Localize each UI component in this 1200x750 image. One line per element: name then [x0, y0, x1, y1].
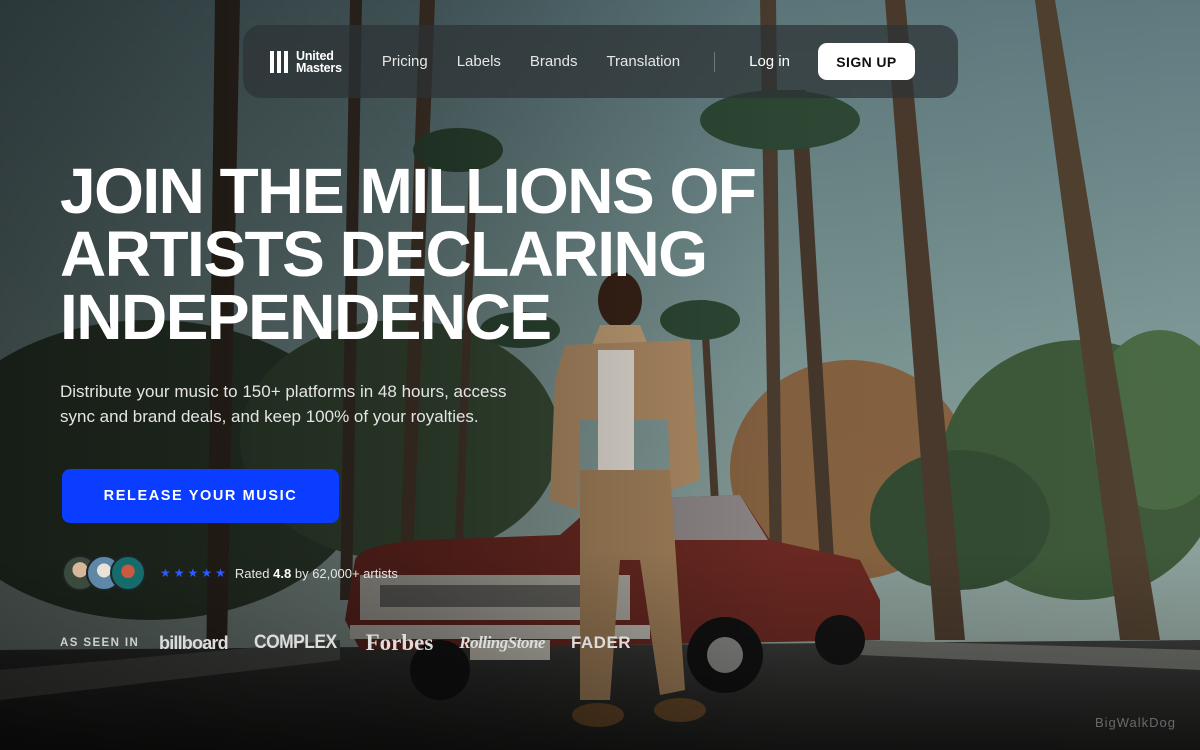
logo-bars-icon [270, 50, 288, 73]
avatar [110, 555, 146, 591]
star-icon: ★ [201, 566, 213, 580]
artist-avatars [62, 555, 146, 591]
star-icon: ★ [160, 566, 171, 580]
press-logo-forbes: Forbes [365, 630, 434, 655]
as-seen-in: AS SEEN IN billboard COMPLEX Forbes Roll… [60, 630, 657, 656]
headline-line-2: ARTISTS DECLARING [60, 218, 708, 290]
headline-line-1: JOIN THE MILLIONS OF [60, 155, 757, 227]
rating-text: Rated 4.8 by 62,000+ artists [235, 566, 398, 581]
artist-rating: ★ ★ ★ ★ ★ Rated 4.8 by 62,000+ artists [62, 555, 398, 591]
star-icon: ★ [187, 566, 199, 580]
unitedmasters-logo[interactable]: United Masters [270, 48, 342, 75]
logo-line-2: Masters [296, 60, 342, 75]
logo-wordmark: United Masters [296, 48, 342, 75]
press-logo-complex: COMPLEX [253, 632, 337, 653]
top-navigation: United Masters Pricing Labels Brands Tra… [243, 25, 958, 98]
star-icon: ★ [215, 566, 226, 580]
login-link[interactable]: Log in [749, 53, 790, 70]
signup-button[interactable]: SIGN UP [817, 43, 915, 80]
release-your-music-button[interactable]: RELEASE YOUR MUSIC [62, 469, 339, 523]
rating-stars: ★ ★ ★ ★ ★ [160, 567, 226, 579]
nav-link-labels[interactable]: Labels [457, 53, 501, 70]
press-logo-rollingstone: RollingStone [459, 633, 545, 652]
press-logo-fader: FADER [570, 633, 632, 652]
hero-subtext-line-2: sync and brand deals, and keep 100% of y… [60, 407, 479, 426]
hero-headline: JOIN THE MILLIONS OF ARTISTS DECLARING I… [60, 155, 820, 353]
star-icon: ★ [173, 566, 185, 580]
as-seen-in-label: AS SEEN IN [60, 637, 140, 649]
nav-link-brands[interactable]: Brands [530, 53, 578, 70]
photo-watermark: BigWalkDog [1094, 715, 1176, 730]
rating-suffix: by 62,000+ artists [294, 565, 398, 581]
hero-subtext-line-1: Distribute your music to 150+ platforms … [60, 382, 507, 401]
headline-line-3: INDEPENDENCE [60, 281, 552, 353]
rating-score: 4.8 [273, 565, 292, 581]
nav-link-pricing[interactable]: Pricing [382, 53, 428, 70]
press-logo-billboard: billboard [159, 632, 229, 653]
rating-prefix: Rated [234, 565, 270, 581]
hero-subtext: Distribute your music to 150+ platforms … [60, 379, 550, 429]
logo-line-1: United [296, 48, 334, 63]
nav-link-translation[interactable]: Translation [606, 53, 680, 70]
nav-divider [714, 51, 716, 72]
nav-links: Pricing Labels Brands Translation [382, 53, 680, 70]
